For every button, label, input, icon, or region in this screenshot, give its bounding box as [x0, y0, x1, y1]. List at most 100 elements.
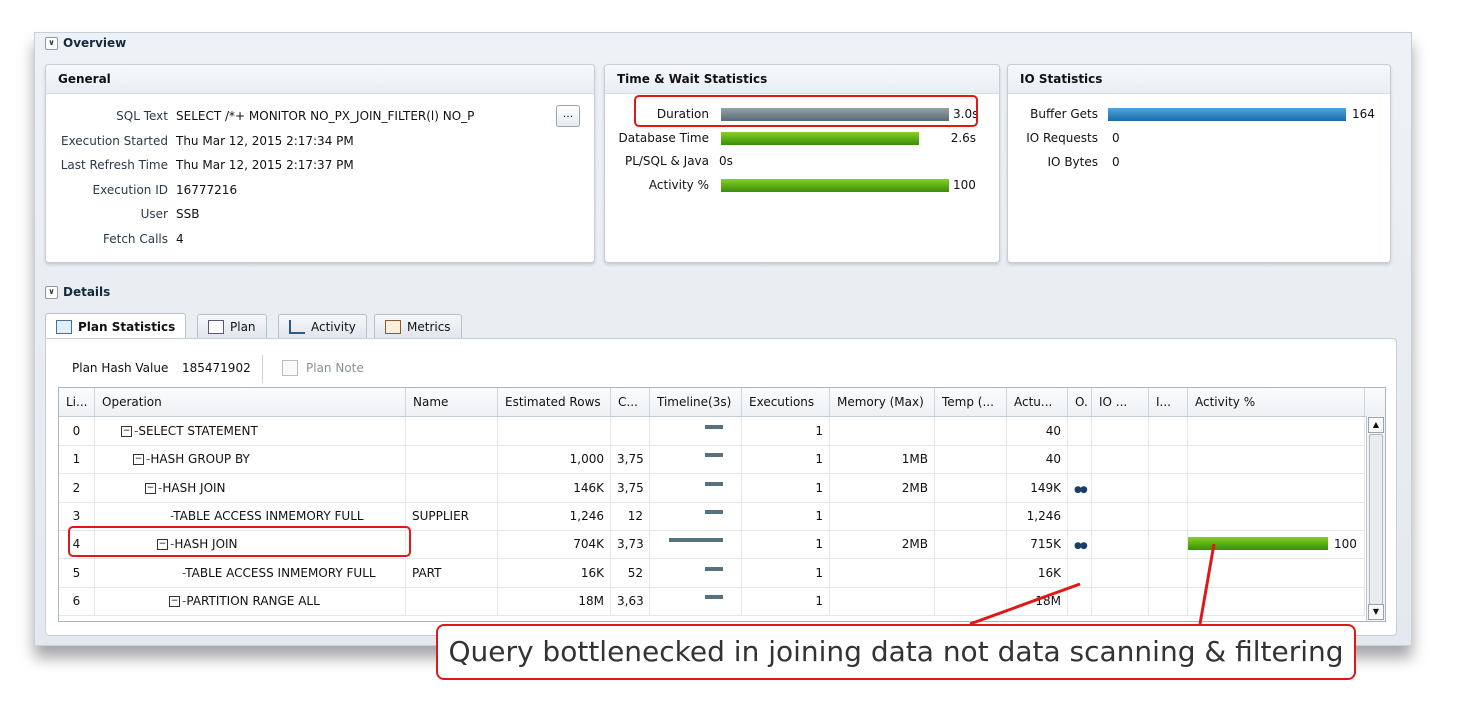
table-cell: 1MB — [830, 445, 935, 474]
callout-annotation: Query bottlenecked in joining data not d… — [436, 624, 1356, 680]
table-cell: 715K — [1007, 530, 1068, 559]
plan-note-icon[interactable] — [282, 360, 298, 376]
table-cell — [1149, 501, 1188, 530]
table-row[interactable]: 6− -PARTITION RANGE ALL 18M 3,63 1 18M — [59, 586, 1365, 616]
tab-plan-statistics[interactable]: Plan Statistics — [45, 313, 187, 340]
binoculars-icon[interactable]: ●● — [1074, 485, 1088, 495]
stat-bar — [721, 178, 949, 192]
table-cell: 16K — [498, 558, 611, 587]
scroll-up-arrow-icon[interactable]: ▲ — [1368, 417, 1384, 433]
column-header[interactable]: I... — [1149, 388, 1188, 416]
general-field: User SSB — [56, 207, 200, 221]
table-cell: 40 — [1007, 445, 1068, 474]
details-title: Details — [63, 285, 111, 299]
plan-note-button[interactable]: Plan Note — [306, 361, 364, 375]
column-header[interactable]: Actu... — [1007, 388, 1068, 416]
table-cell: − -SELECT STATEMENT — [95, 417, 406, 445]
column-header[interactable]: Activity % — [1188, 388, 1365, 416]
collapse-icon[interactable]: ∨ — [45, 285, 58, 299]
table-row[interactable]: 2− -HASH JOIN 146K 3,75 1 2MB 149K ●● — [59, 473, 1365, 503]
scroll-thumb[interactable] — [1369, 434, 1383, 606]
table-cell — [1092, 586, 1149, 615]
general-field: Last Refresh Time Thu Mar 12, 2015 2:17:3… — [56, 158, 354, 172]
column-header[interactable]: Operation — [95, 388, 406, 416]
table-cell: 1 — [742, 586, 830, 615]
table-cell: 1 — [59, 445, 95, 474]
timeline-bar — [705, 453, 723, 458]
overview-header[interactable]: ∨ Overview — [45, 36, 126, 50]
tab-plan[interactable]: Plan — [197, 314, 267, 339]
table-cell — [406, 473, 498, 502]
table-cell: 1 — [742, 445, 830, 474]
collapse-node-icon[interactable]: − — [121, 426, 132, 437]
column-header[interactable]: Name — [406, 388, 498, 416]
collapse-node-icon[interactable]: − — [145, 482, 156, 494]
field-value: SSB — [176, 207, 200, 221]
table-cell — [830, 558, 935, 587]
tab-metrics[interactable]: Metrics — [374, 314, 462, 339]
vertical-scrollbar[interactable]: ▲ ▼ — [1366, 416, 1385, 621]
table-cell: 100 — [1188, 530, 1365, 559]
collapse-icon[interactable]: ∨ — [45, 36, 58, 50]
binoculars-icon[interactable]: ●● — [1074, 541, 1088, 551]
table-cell: 704K — [498, 530, 611, 559]
stat-label: Database Time — [618, 130, 709, 145]
activity-value: 100 — [1334, 537, 1357, 552]
table-cell — [1149, 558, 1188, 587]
table-cell — [1188, 586, 1365, 615]
collapse-node-icon[interactable]: − — [169, 595, 180, 607]
table-cell: −-TABLE ACCESS INMEMORY FULL — [95, 558, 406, 587]
table-cell: SUPPLIER — [406, 501, 498, 530]
operation-label: TABLE ACCESS INMEMORY FULL — [173, 508, 364, 523]
table-cell — [650, 417, 742, 445]
table-cell — [1092, 558, 1149, 587]
sql-text-more-button[interactable]: ... — [556, 105, 580, 127]
tab-activity[interactable]: Activity — [278, 314, 367, 339]
general-field: Execution ID 16777216 — [56, 183, 238, 197]
column-header[interactable]: Timeline(3s) — [650, 388, 742, 416]
column-header[interactable]: Temp (... — [935, 388, 1007, 416]
details-header[interactable]: ∨ Details — [45, 285, 110, 299]
collapse-node-icon[interactable]: − — [133, 454, 144, 466]
table-cell: ●● — [1068, 473, 1092, 502]
column-header[interactable]: Li... — [59, 388, 95, 416]
table-cell — [1068, 558, 1092, 587]
tab-label: Metrics — [407, 320, 451, 334]
timeline-bar — [705, 566, 723, 571]
table-cell — [935, 501, 1007, 530]
table-cell: 16K — [1007, 558, 1068, 587]
table-cell: 1 — [742, 473, 830, 502]
column-header[interactable]: O. — [1068, 388, 1092, 416]
column-header[interactable]: Executions — [742, 388, 830, 416]
stat-label: PL/SQL & Java — [624, 154, 709, 168]
timeline-bar — [705, 425, 723, 429]
plan-hash-value: 185471902 — [182, 361, 251, 375]
table-cell — [1092, 473, 1149, 502]
table-cell — [1092, 501, 1149, 530]
table-cell: 146K — [498, 473, 611, 502]
table-cell — [650, 473, 742, 502]
io-value: 164 — [1352, 107, 1375, 121]
duration-highlight — [634, 95, 978, 127]
operation-label: HASH GROUP BY — [150, 452, 250, 467]
column-header[interactable]: Estimated Rows — [498, 388, 611, 416]
table-row[interactable]: 0− -SELECT STATEMENT 1 40 — [59, 417, 1365, 446]
table-cell: 149K — [1007, 473, 1068, 502]
plan-statistics-panel: Plan Hash Value 185471902 Plan Note Li..… — [45, 338, 1397, 636]
table-row[interactable]: 5−-TABLE ACCESS INMEMORY FULLPART16K5211… — [59, 558, 1365, 588]
table-cell: 2 — [59, 473, 95, 502]
activity-chart-icon — [289, 320, 305, 334]
column-header[interactable]: Memory (Max) — [830, 388, 935, 416]
table-cell: 18M — [498, 586, 611, 615]
activity-bar — [1188, 537, 1328, 551]
scroll-down-arrow-icon[interactable]: ▼ — [1368, 604, 1384, 620]
table-cell — [1149, 417, 1188, 445]
table-cell — [406, 445, 498, 474]
table-cell: 5 — [59, 558, 95, 587]
column-header[interactable]: C... — [611, 388, 650, 416]
io-value: 0 — [1112, 131, 1120, 145]
column-header[interactable]: IO ... — [1092, 388, 1149, 416]
table-row[interactable]: 1− -HASH GROUP BY 1,000 3,75 1 1MB 40 — [59, 445, 1365, 475]
table-cell — [935, 586, 1007, 615]
field-value: Thu Mar 12, 2015 2:17:34 PM — [176, 133, 354, 148]
